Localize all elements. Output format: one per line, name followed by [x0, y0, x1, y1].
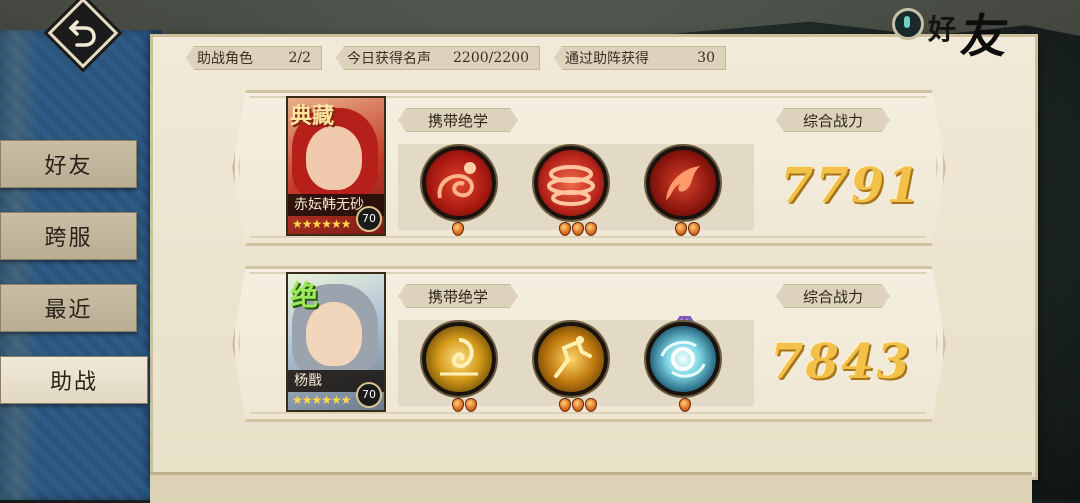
- gem: [688, 222, 700, 236]
- back-button[interactable]: [47, 0, 119, 69]
- combat-power-value: 7843: [770, 334, 912, 390]
- gem: [559, 398, 571, 412]
- skill-slot-3[interactable]: [646, 146, 720, 220]
- friends-emblem-icon: [892, 8, 924, 40]
- skill-slot-2[interactable]: [534, 146, 608, 220]
- hero-face: [306, 126, 362, 190]
- left-silk-panel: [0, 30, 162, 500]
- gem: [452, 222, 464, 236]
- rank-mark: 典藏: [290, 103, 335, 129]
- water-vortex-skill-icon: [660, 340, 706, 378]
- skill-gems-3: [679, 398, 691, 412]
- fame-label: 今日获得名声: [347, 51, 431, 67]
- skill-gems-1: [452, 222, 464, 236]
- skill-gems-1: [452, 398, 477, 412]
- assist-gain-value: 30: [697, 50, 715, 66]
- parchment-bottom-strip: [150, 472, 1032, 503]
- nav-tab-cross-server[interactable]: 跨服: [0, 212, 137, 260]
- gem: [679, 398, 691, 412]
- fame-value: 2200/2200: [453, 50, 529, 66]
- assist-count-value: 2/2: [288, 50, 311, 66]
- page-title-part-1: 好: [928, 13, 957, 46]
- skill-slot-1[interactable]: [422, 146, 496, 220]
- leaping-warrior-skill-icon: [554, 336, 592, 378]
- nav-tab-label: 最近: [44, 298, 93, 323]
- gem: [585, 398, 597, 412]
- nav-tab-label: 助战: [49, 370, 98, 395]
- gem: [559, 222, 571, 236]
- rank-mark: 绝: [290, 279, 319, 312]
- fame-stat: 今日获得名声 2200/2200: [336, 46, 540, 70]
- gem: [452, 398, 464, 412]
- power-label: 综合战力: [776, 108, 890, 132]
- page-title-part-2: 友: [957, 9, 1012, 63]
- skill-gems-2: [559, 398, 597, 412]
- nav-tab-friends[interactable]: 好友: [0, 140, 137, 188]
- assist-gain-stat: 通过助阵获得 30: [554, 46, 726, 70]
- assist-gain-label: 通过助阵获得: [565, 51, 649, 67]
- skill-slot-2[interactable]: [534, 322, 608, 396]
- gem: [675, 222, 687, 236]
- hero-portrait-2[interactable]: 绝 杨戬 ★★★★★★ 70: [286, 272, 386, 412]
- serpent-skill-icon: [437, 162, 476, 199]
- gem: [465, 398, 477, 412]
- golden-spiral-skill-icon: [440, 338, 478, 376]
- power-label: 综合战力: [776, 284, 890, 308]
- skills-label: 携带绝学: [398, 108, 518, 132]
- flame-swirl-skill-icon: [666, 166, 700, 200]
- gem: [585, 222, 597, 236]
- assist-count-stat: 助战角色 2/2: [186, 46, 322, 70]
- nav-tab-recent[interactable]: 最近: [0, 284, 137, 332]
- nav-tab-assist[interactable]: 助战: [0, 356, 148, 404]
- back-arrow-icon: [68, 20, 96, 47]
- gem: [572, 398, 584, 412]
- star-rating: ★★★★★★: [292, 217, 352, 231]
- hero-portrait-1[interactable]: 典藏 赤妘韩无砂 ★★★★★★ 70: [286, 96, 386, 236]
- nav-tab-label: 跨服: [44, 226, 93, 251]
- skills-label: 携带绝学: [398, 284, 518, 308]
- hero-level-badge: 70: [356, 382, 382, 408]
- hero-level-badge: 70: [356, 206, 382, 232]
- coil-skill-icon: [547, 165, 595, 206]
- nav-tab-label: 好友: [44, 154, 93, 179]
- skill-slot-3[interactable]: [646, 322, 720, 396]
- gem: [572, 222, 584, 236]
- assist-count-label: 助战角色: [197, 51, 253, 67]
- skill-gems-3: [675, 222, 700, 236]
- combat-power-value: 7791: [780, 158, 922, 214]
- star-rating: ★★★★★★: [292, 393, 352, 407]
- skill-slot-1[interactable]: [422, 322, 496, 396]
- skill-gems-2: [559, 222, 597, 236]
